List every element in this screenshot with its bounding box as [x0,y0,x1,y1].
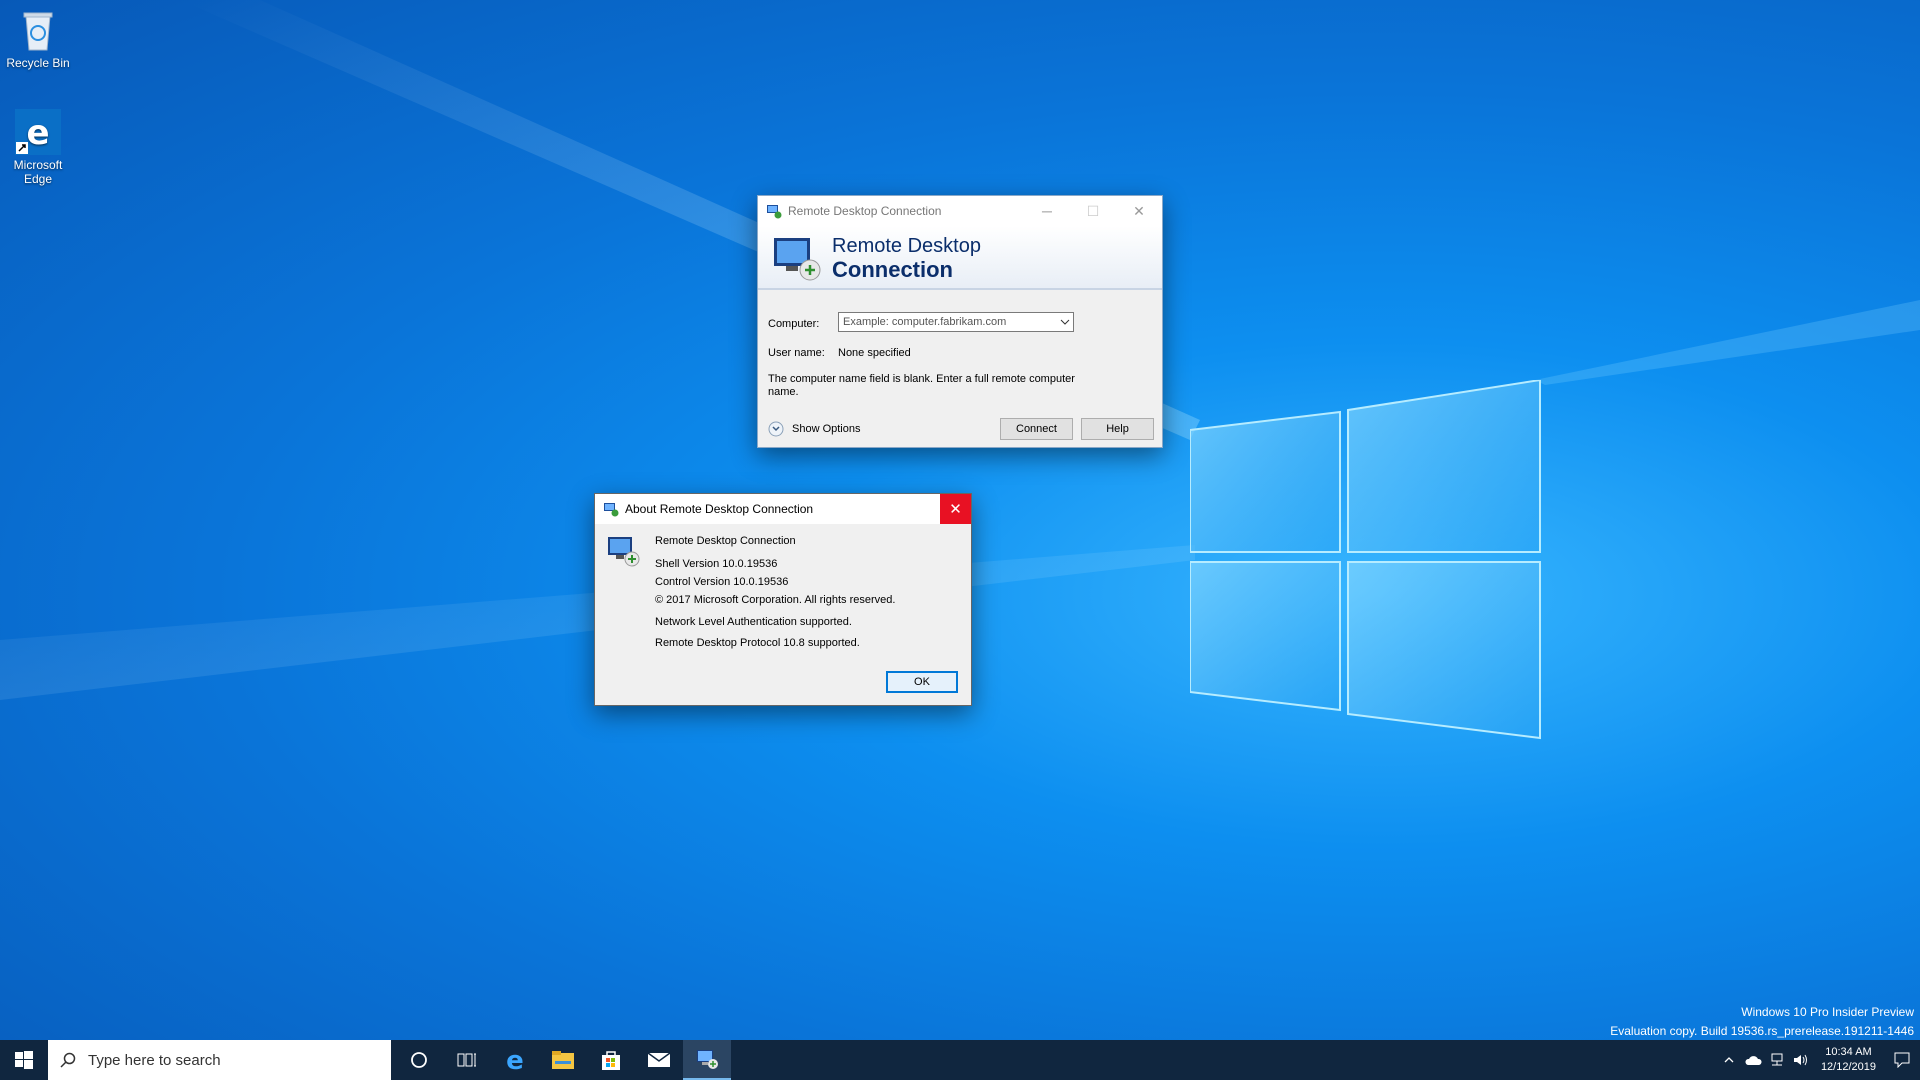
recycle-bin-icon [23,12,53,51]
about-nla: Network Level Authentication supported. [655,616,852,628]
about-product: Remote Desktop Connection [655,535,796,547]
desktop-icon-recycle-bin[interactable]: Recycle Bin [0,6,76,70]
volume-icon [1793,1054,1807,1066]
search-icon [60,1052,76,1068]
about-close-button[interactable]: ✕ [940,494,971,524]
taskbar-store-button[interactable] [587,1040,635,1080]
connect-button[interactable]: Connect [1000,418,1073,440]
watermark-build: Evaluation copy. Build 19536.rs_prerelea… [1610,1024,1914,1038]
rdc-banner-title-line1: Remote Desktop [832,235,981,257]
rdc-window[interactable]: Remote Desktop Connection ─ ☐ ✕ Remote D… [757,195,1163,448]
minimize-button[interactable]: ─ [1024,196,1070,226]
show-options-toggle[interactable]: Show Options [768,421,860,437]
chevron-up-icon [1724,1057,1734,1063]
system-tray: 10:34 AM 12/12/2019 [1717,1040,1920,1080]
cortana-button[interactable] [395,1040,443,1080]
status-message-line2: name. [768,386,799,398]
close-button[interactable]: ✕ [1116,196,1162,226]
taskbar-clock[interactable]: 10:34 AM 12/12/2019 [1813,1045,1884,1075]
tray-overflow-button[interactable] [1717,1040,1741,1080]
taskbar: Type here to search e 10:34 AM 12/12/201… [0,1040,1920,1080]
clock-time: 10:34 AM [1825,1046,1872,1058]
notification-icon [1894,1052,1910,1068]
tray-network-button[interactable] [1765,1040,1789,1080]
rdc-title: Remote Desktop Connection [788,204,942,218]
desktop-icon-edge[interactable]: e Microsoft Edge [0,108,76,186]
edge-icon: e [15,109,61,155]
taskbar-rdc-button[interactable] [683,1040,731,1080]
cloud-icon [1745,1056,1762,1065]
username-label: User name: [768,347,825,359]
taskbar-mail-button[interactable] [635,1040,683,1080]
maximize-button[interactable]: ☐ [1070,196,1116,226]
username-value: None specified [838,347,911,359]
store-icon [602,1051,620,1070]
desktop-icon-label: Microsoft Edge [13,158,63,186]
about-titlebar[interactable]: About Remote Desktop Connection ✕ [595,494,971,524]
about-title: About Remote Desktop Connection [625,502,814,516]
action-center-button[interactable] [1884,1040,1920,1080]
rdc-banner: Remote Desktop Connection [758,226,1162,290]
ok-button[interactable]: OK [886,671,958,693]
status-message-line1: The computer name field is blank. Enter … [768,373,1075,385]
show-options-label: Show Options [792,423,861,435]
remote-desktop-icon [604,503,619,517]
remote-desktop-icon [608,537,640,567]
mail-icon [647,1052,671,1067]
file-explorer-icon [552,1051,574,1069]
rdc-titlebar[interactable]: Remote Desktop Connection ─ ☐ ✕ [758,196,1162,226]
wallpaper-windows-logo [1190,380,1541,740]
about-shell-version: Shell Version 10.0.19536 [655,558,778,570]
task-view-button[interactable] [443,1040,491,1080]
tray-onedrive-button[interactable] [1741,1040,1765,1080]
cortana-icon [411,1052,427,1068]
computer-label: Computer: [768,318,820,330]
remote-desktop-icon [767,205,782,219]
about-dialog[interactable]: About Remote Desktop Connection ✕ Remote… [594,493,972,706]
task-view-icon [457,1053,476,1067]
about-copyright: © 2017 Microsoft Corporation. All rights… [655,594,896,606]
start-button[interactable] [0,1040,48,1080]
about-protocol: Remote Desktop Protocol 10.8 supported. [655,637,860,649]
rdc-banner-title-line2: Connection [832,257,953,282]
svg-text:e: e [506,1048,524,1072]
desktop-icon-label: Recycle Bin [6,56,70,70]
chevron-down-icon[interactable] [1060,317,1070,327]
remote-desktop-icon [774,238,821,281]
clock-date: 12/12/2019 [1820,1061,1876,1073]
computer-combobox[interactable]: Example: computer.fabrikam.com [838,312,1074,332]
windows-start-icon [15,1051,33,1069]
taskbar-search-box[interactable]: Type here to search [48,1040,391,1080]
taskbar-file-explorer-button[interactable] [539,1040,587,1080]
taskbar-edge-button[interactable]: e [491,1040,539,1080]
edge-icon: e [506,1048,524,1072]
network-icon [1771,1053,1783,1066]
svg-text:e: e [26,113,49,153]
remote-desktop-icon [697,1050,718,1069]
chevron-circle-down-icon [768,421,784,437]
about-control-version: Control Version 10.0.19536 [655,576,789,588]
computer-placeholder: Example: computer.fabrikam.com [843,316,1007,328]
tray-volume-button[interactable] [1789,1040,1813,1080]
help-button[interactable]: Help [1081,418,1154,440]
search-placeholder: Type here to search [88,1051,221,1069]
watermark-edition: Windows 10 Pro Insider Preview [1741,1005,1914,1019]
